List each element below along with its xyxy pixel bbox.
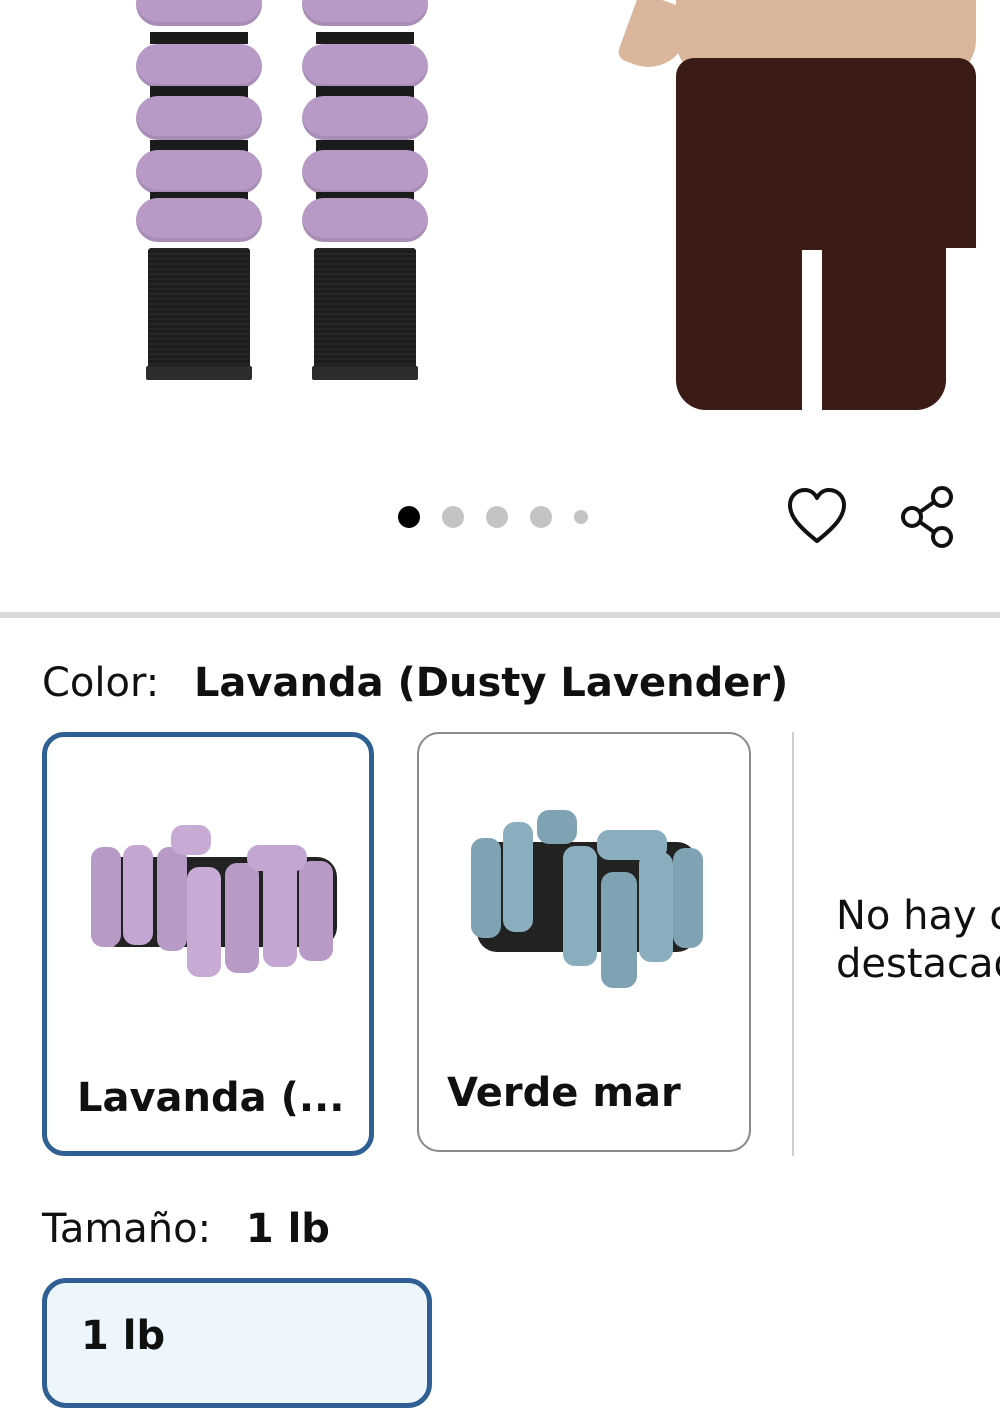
carousel-dot[interactable] bbox=[398, 506, 420, 528]
product-image-carousel[interactable] bbox=[0, 0, 1000, 440]
size-selected-value: 1 lb bbox=[245, 1206, 330, 1252]
color-option-sea-green[interactable]: Verde mar bbox=[417, 732, 751, 1152]
color-option-lavender[interactable]: Lavanda (... bbox=[42, 732, 374, 1156]
share-icon[interactable] bbox=[896, 484, 960, 550]
heart-icon[interactable] bbox=[786, 486, 848, 548]
carousel-dot[interactable] bbox=[574, 510, 588, 524]
product-image-left-band bbox=[136, 0, 262, 380]
color-options-separator bbox=[792, 732, 794, 1156]
carousel-dots bbox=[398, 504, 598, 530]
lavender-band-thumbnail bbox=[91, 825, 337, 977]
color-selected-value: Lavanda (Dusty Lavender) bbox=[193, 660, 789, 706]
product-image-model bbox=[606, 0, 1000, 410]
size-label: Tamaño: bbox=[42, 1206, 212, 1252]
carousel-dot[interactable] bbox=[486, 506, 508, 528]
size-option-label: 1 lb bbox=[81, 1313, 166, 1359]
color-option-label: Lavanda (... bbox=[77, 1075, 345, 1121]
carousel-dot[interactable] bbox=[530, 506, 552, 528]
sea-green-band-thumbnail bbox=[471, 810, 703, 988]
color-option-label: Verde mar bbox=[447, 1070, 681, 1116]
size-option-1lb[interactable]: 1 lb bbox=[42, 1278, 432, 1408]
carousel-dot[interactable] bbox=[442, 506, 464, 528]
color-selector-label: Color: Lavanda (Dusty Lavender) bbox=[42, 660, 788, 706]
unavailable-notice: No hay o destacad bbox=[836, 893, 1000, 987]
size-selector-label: Tamaño: 1 lb bbox=[42, 1206, 330, 1252]
section-divider bbox=[0, 612, 1000, 618]
product-image-right-band bbox=[302, 0, 428, 380]
color-label: Color: bbox=[42, 660, 160, 706]
